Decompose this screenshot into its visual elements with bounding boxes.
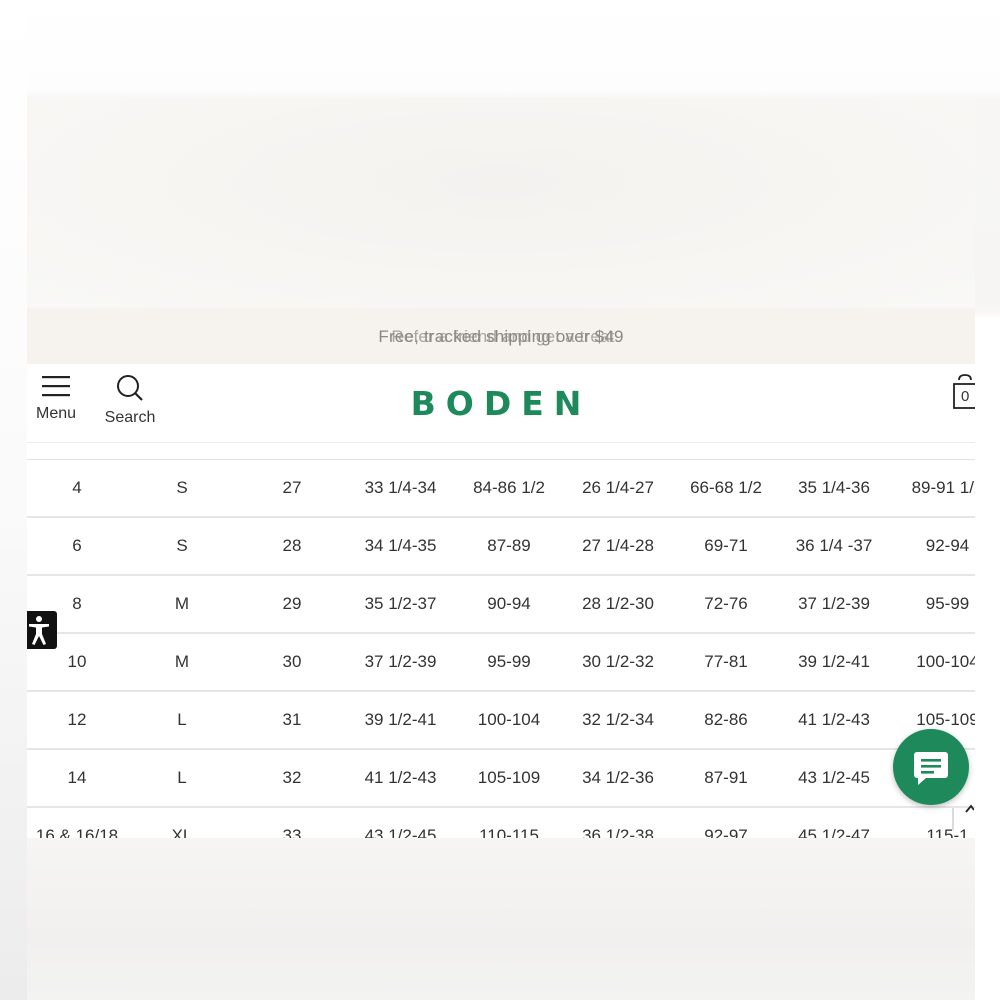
blurred-top-area	[27, 98, 975, 308]
table-cell: 34 1/4-35	[347, 517, 454, 576]
table-cell: 27 1/4-28	[564, 517, 672, 576]
left-margin	[0, 0, 27, 1000]
table-top-divider	[27, 459, 975, 460]
table-row: 6 S 28 34 1/4-35 87-89 27 1/4-28 69-71 36 1/4 -…	[27, 517, 975, 576]
table-cell: 37 1/2-39	[780, 575, 888, 634]
phone-screen: Free, tracked shipping over $49 Refer a …	[27, 308, 975, 838]
table-cell: XL	[127, 807, 237, 838]
table-cell: 35 1/2-37	[347, 575, 454, 634]
table-cell: 27	[237, 460, 347, 518]
blurred-bottom-area	[27, 838, 975, 1000]
table-cell: 100-104	[888, 633, 975, 692]
table-cell: M	[127, 633, 237, 692]
boden-logo[interactable]: BODEN	[401, 384, 601, 423]
accessibility-icon	[29, 616, 49, 645]
table-cell: 89-91 1/2	[888, 460, 975, 518]
table-cell: 31	[237, 691, 347, 750]
table-cell: 30	[237, 633, 347, 692]
table-cell: 26 1/4-27	[564, 460, 672, 518]
table-cell: 77-81	[672, 633, 780, 692]
table-cell: M	[127, 575, 237, 634]
table-cell: 105-109	[454, 749, 564, 808]
hamburger-icon	[42, 376, 70, 397]
table-cell: 6	[27, 517, 127, 576]
table-cell: 39 1/2-41	[347, 691, 454, 750]
table-cell: 95-99	[888, 575, 975, 634]
table-cell: 33	[237, 807, 347, 838]
table-cell: 92-97	[672, 807, 780, 838]
table-cell: 29	[237, 575, 347, 634]
table-cell: 90-94	[454, 575, 564, 634]
table-cell: L	[127, 749, 237, 808]
menu-label: Menu	[35, 405, 77, 422]
table-cell: 36 1/2-38	[564, 807, 672, 838]
size-chart: 4 S 27 33 1/4-34 84-86 1/2 26 1/4-27 66-68 1/2…	[27, 459, 975, 838]
table-row: 16 & 16/18 XL 33 43 1/2-45 110-115 36 1/2-38 9…	[27, 807, 975, 838]
table-cell: 12	[27, 691, 127, 750]
chat-button[interactable]	[893, 729, 969, 805]
table-cell: 33 1/4-34	[347, 460, 454, 518]
search-label: Search	[104, 409, 156, 426]
table-row: 14 L 32 41 1/2-43 105-109 34 1/2-36 87-91 43 1/…	[27, 749, 975, 808]
chat-icon	[914, 752, 948, 785]
table-cell: 16 & 16/18	[27, 807, 127, 838]
table-row: 4 S 27 33 1/4-34 84-86 1/2 26 1/4-27 66-68 1/2…	[27, 460, 975, 518]
table-cell: 4	[27, 460, 127, 518]
accessibility-button[interactable]	[27, 611, 57, 649]
size-table: 4 S 27 33 1/4-34 84-86 1/2 26 1/4-27 66-68 1/2…	[27, 460, 975, 838]
table-cell: 35 1/4-36	[780, 460, 888, 518]
table-row: 12 L 31 39 1/2-41 100-104 32 1/2-34 82-86 41 1/…	[27, 691, 975, 750]
site-header: Menu Search BODEN 0	[27, 364, 975, 443]
table-cell: 87-89	[454, 517, 564, 576]
bag-count: 0	[961, 388, 970, 405]
table-cell: 43 1/2-45	[347, 807, 454, 838]
table-cell: 43 1/2-45	[780, 749, 888, 808]
table-cell: L	[127, 691, 237, 750]
table-cell: 39 1/2-41	[780, 633, 888, 692]
table-cell: 28	[237, 517, 347, 576]
table-cell: 84-86 1/2	[454, 460, 564, 518]
table-cell: 110-115	[454, 807, 564, 838]
table-cell: 66-68 1/2	[672, 460, 780, 518]
table-cell: 34 1/2-36	[564, 749, 672, 808]
search-button[interactable]: Search	[101, 374, 159, 427]
menu-button[interactable]: Menu	[31, 374, 81, 423]
search-icon	[117, 375, 143, 401]
table-cell: 41 1/2-43	[780, 691, 888, 750]
table-cell: S	[127, 460, 237, 518]
table-cell: 32 1/2-34	[564, 691, 672, 750]
table-cell: 30 1/2-32	[564, 633, 672, 692]
table-row: 10 M 30 37 1/2-39 95-99 30 1/2-32 77-81 39 1/2-…	[27, 633, 975, 692]
table-cell: 82-86	[672, 691, 780, 750]
table-cell: S	[127, 517, 237, 576]
table-cell: 41 1/2-43	[347, 749, 454, 808]
table-cell: 28 1/2-30	[564, 575, 672, 634]
chevron-up-icon[interactable]	[952, 800, 974, 830]
promo-banner[interactable]: Free, tracked shipping over $49 Refer a …	[27, 308, 975, 364]
table-cell: 69-71	[672, 517, 780, 576]
table-row: 8 M 29 35 1/2-37 90-94 28 1/2-30 72-76 37 1/2-3…	[27, 575, 975, 634]
bag-button[interactable]: 0	[951, 374, 975, 414]
table-cell: 95-99	[454, 633, 564, 692]
table-cell: 32	[237, 749, 347, 808]
table-cell: 36 1/4 -37	[780, 517, 888, 576]
table-cell: 100-104	[454, 691, 564, 750]
table-cell: 92-94	[888, 517, 975, 576]
table-cell: 45 1/2-47	[780, 807, 888, 838]
table-cell: 14	[27, 749, 127, 808]
table-cell: 72-76	[672, 575, 780, 634]
table-cell: 87-91	[672, 749, 780, 808]
promo-text-refer: Refer a friend and get a treat	[391, 327, 615, 346]
table-cell: 37 1/2-39	[347, 633, 454, 692]
